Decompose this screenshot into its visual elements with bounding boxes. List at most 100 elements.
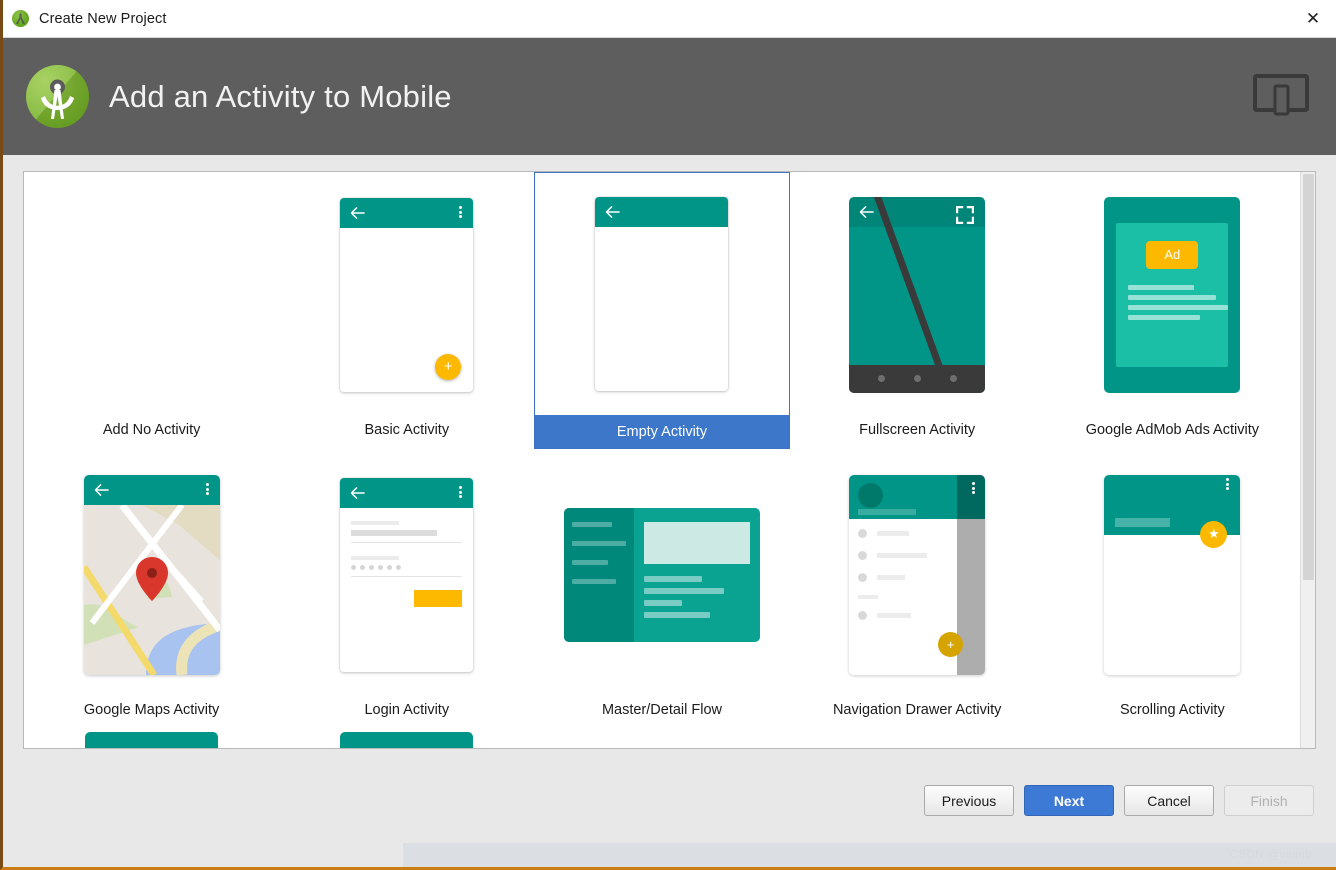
- list-item-mock: [572, 541, 626, 546]
- field-value: [351, 530, 437, 536]
- overflow-menu-icon: [972, 481, 976, 497]
- activity-template-panel: Add No Activity +: [23, 171, 1316, 749]
- title-bar: Create New Project ✕: [3, 0, 1336, 38]
- thumbnail-fullscreen-activity: [849, 197, 985, 393]
- thumbnail-wrap: [534, 172, 789, 415]
- template-label: Basic Activity: [279, 417, 534, 452]
- finish-button: Finish: [1224, 785, 1314, 816]
- thumbnail-master-detail-flow: [564, 508, 760, 642]
- template-grid: Add No Activity +: [24, 172, 1300, 748]
- thumbnail-wrap: [24, 452, 279, 697]
- template-card-partial: [24, 732, 279, 748]
- thumbnail-wrap: [534, 452, 789, 697]
- back-arrow-icon: [350, 205, 365, 220]
- password-dots: [351, 565, 462, 570]
- text-line: [644, 612, 710, 618]
- thumbnail-basic-activity: +: [340, 198, 473, 392]
- drawer-item: [858, 573, 948, 582]
- overflow-menu-icon: [206, 482, 210, 498]
- map-canvas: [84, 505, 220, 675]
- template-card-google-maps-activity[interactable]: Google Maps Activity: [24, 452, 279, 732]
- template-card-partial: [279, 732, 534, 748]
- scrollbar-thumb[interactable]: [1303, 174, 1314, 580]
- android-studio-icon: [12, 10, 29, 27]
- template-row: Google Maps Activity: [24, 452, 1300, 732]
- previous-button[interactable]: Previous: [924, 785, 1014, 816]
- template-card-master-detail-flow[interactable]: Master/Detail Flow: [534, 452, 789, 732]
- field-label: [351, 521, 399, 525]
- text-line: [1128, 285, 1194, 290]
- next-button[interactable]: Next: [1024, 785, 1114, 816]
- app-bar: [595, 197, 728, 227]
- ad-badge: Ad: [1146, 241, 1198, 269]
- drawer-item: [858, 529, 948, 538]
- text-line: [1128, 315, 1200, 320]
- thumbnail-empty-activity: [595, 197, 728, 391]
- template-card-partial: [1045, 732, 1300, 748]
- template-label: Login Activity: [279, 697, 534, 732]
- master-list-pane: [564, 508, 634, 642]
- close-icon[interactable]: ✕: [1290, 0, 1336, 37]
- thumbnail-admob-activity: Ad: [1104, 197, 1240, 393]
- text-line: [644, 600, 682, 606]
- template-card-navigation-drawer-activity[interactable]: + Navigation Drawer Activity: [790, 452, 1045, 732]
- template-label: Add No Activity: [24, 417, 279, 452]
- template-card-login-activity[interactable]: Login Activity: [279, 452, 534, 732]
- thumbnail-partial: [340, 732, 473, 748]
- login-form-mock: [340, 508, 473, 607]
- cancel-button[interactable]: Cancel: [1124, 785, 1214, 816]
- thumbnail-wrap: ★: [1045, 452, 1300, 697]
- create-new-project-dialog: Create New Project ✕ Add an Activity to …: [0, 0, 1336, 870]
- template-card-fullscreen-activity[interactable]: Fullscreen Activity: [790, 172, 1045, 452]
- thumbnail-partial: [85, 732, 218, 748]
- page-title: Add an Activity to Mobile: [109, 79, 452, 115]
- field-label: [351, 556, 399, 560]
- template-label: Master/Detail Flow: [534, 697, 789, 732]
- drawer-scrim-appbar: [957, 475, 985, 519]
- template-label: Google Maps Activity: [24, 697, 279, 732]
- template-label: Google AdMob Ads Activity: [1045, 417, 1300, 452]
- template-card-basic-activity[interactable]: + Basic Activity: [279, 172, 534, 452]
- template-card-scrolling-activity[interactable]: ★ Scrolling Activity: [1045, 452, 1300, 732]
- text-line: [1128, 305, 1228, 310]
- app-bar: [340, 198, 473, 228]
- button-row: Previous Next Cancel Finish: [924, 785, 1314, 816]
- android-studio-logo: [26, 65, 89, 128]
- thumbnail-wrap: [790, 172, 1045, 417]
- app-bar: [84, 475, 220, 505]
- list-item-mock: [572, 560, 608, 565]
- back-arrow-icon: [605, 204, 620, 219]
- overflow-menu-icon: [459, 205, 463, 221]
- template-scroll-area[interactable]: Add No Activity +: [24, 172, 1315, 748]
- field-underline: [351, 542, 462, 543]
- template-label: Scrolling Activity: [1045, 697, 1300, 732]
- template-label: Fullscreen Activity: [790, 417, 1045, 452]
- thumbnail-wrap: +: [790, 452, 1045, 697]
- back-arrow-icon: [94, 482, 109, 497]
- template-card-partial: [534, 732, 789, 748]
- dialog-header: Add an Activity to Mobile: [3, 38, 1336, 155]
- template-row: Add No Activity +: [24, 172, 1300, 452]
- tablet-device-icon: [1253, 73, 1309, 121]
- background-taskbar-strip: [403, 843, 1336, 867]
- drawer-items: [849, 519, 957, 620]
- thumbnail-navigation-drawer: +: [849, 475, 985, 675]
- overflow-menu-icon: [459, 485, 463, 501]
- vertical-scrollbar[interactable]: [1300, 172, 1315, 748]
- map-graphic: [84, 505, 220, 675]
- thumbnail-wrap: +: [279, 172, 534, 417]
- drawer-item: [858, 611, 948, 620]
- thumbnail-wrap: Ad: [1045, 172, 1300, 417]
- text-line: [1128, 295, 1216, 300]
- template-card-empty-activity[interactable]: Empty Activity: [534, 172, 789, 449]
- back-arrow-icon: [859, 204, 874, 219]
- avatar: [858, 483, 883, 508]
- overflow-menu-icon: [1226, 477, 1230, 493]
- sign-in-button-mock: [414, 590, 462, 607]
- drawer-header: [849, 475, 957, 519]
- drawer-divider: [858, 595, 878, 599]
- app-bar: [340, 478, 473, 508]
- template-card-google-admob-ads-activity[interactable]: Ad Google AdMob Ads Activity: [1045, 172, 1300, 452]
- template-card-add-no-activity[interactable]: Add No Activity: [24, 172, 279, 452]
- list-item-mock: [572, 522, 612, 527]
